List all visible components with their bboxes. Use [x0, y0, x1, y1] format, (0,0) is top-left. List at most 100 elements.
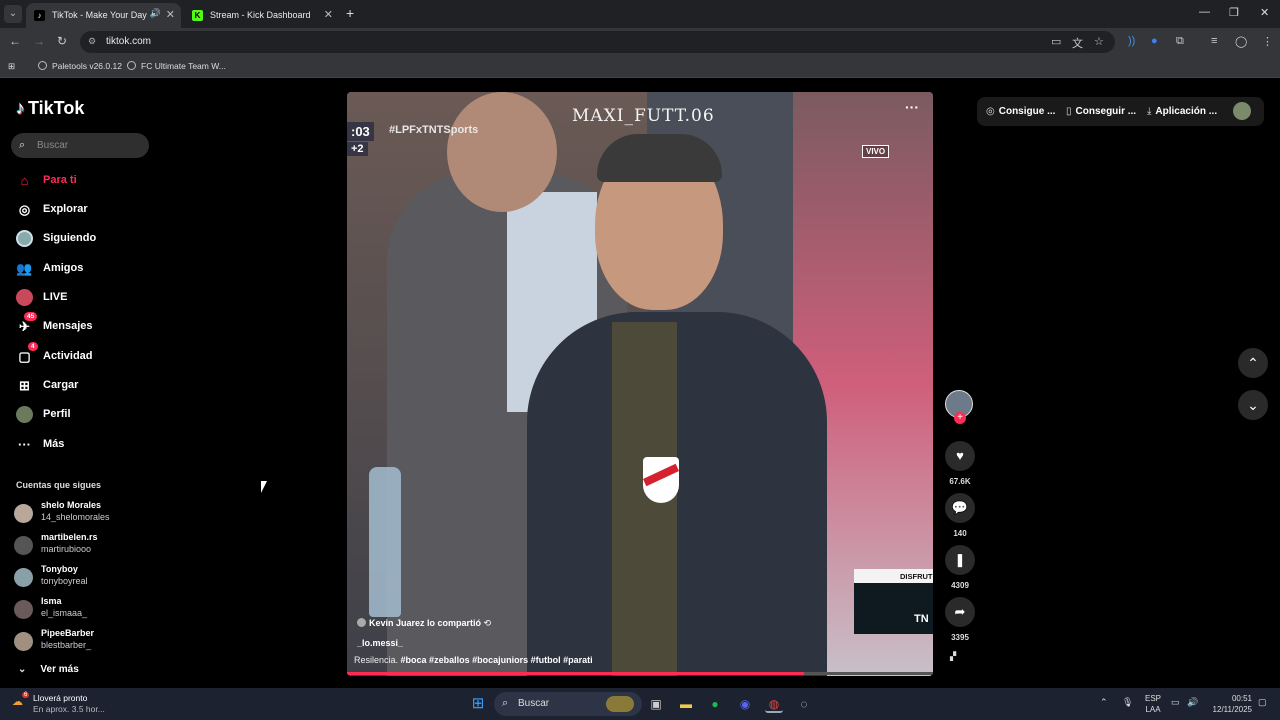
file-explorer-icon[interactable]: ▬	[677, 695, 695, 713]
speaker-icon[interactable]: 🔊	[150, 8, 161, 19]
broadcast-hashtag: #LPFxTNTSports	[389, 124, 479, 136]
save-count: 4309	[951, 581, 969, 590]
avatar	[14, 632, 33, 651]
store-icon[interactable]: ▣	[647, 695, 665, 713]
minimize-icon[interactable]: —	[1199, 6, 1210, 18]
nav-explorar[interactable]: ◎ Explorar	[16, 200, 216, 222]
forward-icon[interactable]: →	[33, 34, 45, 48]
more-options-icon[interactable]: ···	[905, 99, 919, 115]
video-author[interactable]: _lo.messi_	[357, 638, 403, 648]
follow-plus-icon[interactable]: +	[954, 412, 966, 424]
nav-siguiendo[interactable]: Siguiendo	[16, 229, 216, 251]
tiktok-logo[interactable]: ♪ TikTok	[16, 98, 84, 119]
video-progress-bar[interactable]	[347, 672, 933, 675]
search-highlight-icon	[606, 696, 634, 712]
shared-by[interactable]: Kevin Juarez lo compartió ⟲	[357, 618, 491, 629]
menu-icon[interactable]: ⋮	[1262, 35, 1273, 48]
avatar	[14, 536, 33, 555]
search-input[interactable]: ⌕ Buscar	[11, 133, 149, 158]
taskbar-search[interactable]: ⌕ Buscar	[494, 692, 642, 716]
following-account[interactable]: Tonyboy tonyboyreal	[14, 564, 214, 594]
following-account[interactable]: shelo Morales 14_shelomorales	[14, 500, 214, 530]
like-button[interactable]: ♥ 67.6K	[944, 441, 976, 486]
nav-perfil[interactable]: Perfil	[16, 405, 216, 427]
comment-button[interactable]: 💬 140	[944, 493, 976, 538]
extensions-icon[interactable]: ⧉	[1176, 35, 1184, 48]
close-window-icon[interactable]: ✕	[1260, 6, 1269, 19]
tab-tiktok[interactable]: ♪ TikTok - Make Your Day 🔊 ✕	[26, 3, 181, 28]
app-download-button[interactable]: ⤓ Aplicación ...	[1147, 106, 1217, 117]
new-tab-button[interactable]: +	[346, 5, 354, 21]
video-caption: Resilencia. #boca #zeballos #bocajuniors…	[354, 655, 593, 665]
site-info-icon[interactable]: ⚙	[88, 36, 96, 47]
extension-wave-icon[interactable]: ))	[1128, 35, 1135, 47]
windows-start-icon[interactable]: ⊞	[469, 695, 487, 713]
close-tab-icon[interactable]: ✕	[324, 8, 333, 21]
nav-cargar[interactable]: ⊞ Cargar	[16, 376, 216, 398]
nav-para-ti[interactable]: ⌂ Para ti	[16, 171, 216, 193]
scoreboard-time: :03	[347, 122, 374, 141]
address-bar[interactable]: ⚙ tiktok.com	[80, 31, 1115, 53]
nav-amigos[interactable]: 👥 Amigos	[16, 259, 216, 281]
bookmarks-bar: ⊞ Paletools v26.0.12 FC Ultimate Team W.…	[0, 56, 1280, 78]
video-player[interactable]: :03 +2 #LPFxTNTSports MAXI_FUTT.06 VIVO …	[347, 92, 933, 676]
system-clock[interactable]: 00:51 12/11/2025	[1208, 693, 1252, 715]
language-indicator[interactable]: ESP LAA	[1145, 693, 1161, 715]
avatar	[14, 600, 33, 619]
hashtags[interactable]: #boca #zeballos #bocajuniors #futbol #pa…	[401, 655, 593, 665]
music-disc-icon[interactable]: ▞	[950, 652, 956, 661]
share-icon: ➦	[945, 597, 975, 627]
get-button[interactable]: ▯ Conseguir ...	[1066, 106, 1136, 117]
tab-kick[interactable]: K Stream - Kick Dashboard ✕	[184, 3, 339, 28]
cast-icon[interactable]: ▭	[1051, 35, 1061, 48]
windows-taskbar: ☁ 6 Lloverá pronto En aprox. 3.5 hor... …	[0, 688, 1280, 720]
profile-icon	[16, 406, 33, 423]
close-tab-icon[interactable]: ✕	[166, 8, 175, 21]
extension-s-icon[interactable]: ●	[1151, 35, 1158, 47]
share-button[interactable]: ➦ 3395	[944, 597, 976, 642]
save-button[interactable]: ❚ 4309	[944, 545, 976, 590]
bookmark-fc-ultimate[interactable]: FC Ultimate Team W...	[127, 61, 226, 71]
profile-icon[interactable]: ◯	[1235, 35, 1247, 48]
chevron-up-icon: ⌃	[1247, 355, 1259, 371]
volume-icon[interactable]: 🔊	[1187, 697, 1198, 708]
following-account[interactable]: Isma el_ismaaa_	[14, 596, 214, 626]
bookmark-icon: ❚	[945, 545, 975, 575]
microphone-icon[interactable]: 🎙	[1122, 697, 1133, 708]
following-account[interactable]: PipeeBarber blestbarber_	[14, 628, 214, 658]
nav-mensajes[interactable]: ✈ 45 Mensajes	[16, 312, 216, 339]
browser-toolbar: ← → ↻ ⚙ tiktok.com ▭ 文 ☆ )) ● ⧉ ≡ ◯ ⋮	[0, 28, 1280, 56]
nav-actividad[interactable]: ▢ 4 Actividad	[16, 342, 216, 369]
previous-video-button[interactable]: ⌃	[1238, 348, 1268, 378]
back-icon[interactable]: ←	[9, 34, 21, 48]
restore-icon[interactable]: ❐	[1229, 6, 1239, 19]
spotify-icon[interactable]: ●	[706, 695, 724, 713]
ver-mas-button[interactable]: ⌄ Ver más	[18, 664, 79, 675]
comment-icon: 💬	[945, 493, 975, 523]
chrome-icon[interactable]: ◍	[765, 695, 783, 713]
discord-icon[interactable]: ◉	[736, 695, 754, 713]
notification-icon[interactable]: ▢	[1258, 697, 1267, 708]
network-icon[interactable]: ▭	[1171, 697, 1180, 708]
tab-search-button[interactable]: ⌄	[4, 5, 22, 23]
tray-expand-icon[interactable]: ⌃	[1100, 697, 1108, 708]
live-icon	[16, 289, 33, 306]
browser-tabbar: ⌄ ♪ TikTok - Make Your Day 🔊 ✕ K Stream …	[0, 0, 1280, 28]
bookmark-paletools[interactable]: Paletools v26.0.12	[38, 61, 122, 71]
reading-list-icon[interactable]: ≡	[1211, 35, 1217, 47]
bookmark-star-icon[interactable]: ☆	[1094, 35, 1104, 48]
following-account[interactable]: martibelen.rs martirubiooo	[14, 532, 214, 562]
reload-icon[interactable]: ↻	[57, 34, 67, 48]
steam-icon[interactable]: ◌	[795, 695, 813, 713]
top-right-actions: ◎ Consigue ... ▯ Conseguir ... ⤓ Aplicación…	[977, 97, 1264, 126]
next-video-button[interactable]: ⌄	[1238, 390, 1268, 420]
user-avatar[interactable]	[1233, 102, 1251, 120]
translate-icon[interactable]: 文	[1072, 35, 1083, 51]
chevron-down-icon: ⌄	[1247, 397, 1259, 413]
get-coins-button[interactable]: ◎ Consigue ...	[986, 106, 1055, 117]
nav-live[interactable]: LIVE	[16, 288, 216, 310]
nav-mas[interactable]: ··· Más	[16, 435, 216, 457]
kick-icon: K	[192, 10, 203, 21]
mouse-cursor-icon	[261, 481, 267, 493]
apps-icon[interactable]: ⊞	[8, 61, 15, 72]
